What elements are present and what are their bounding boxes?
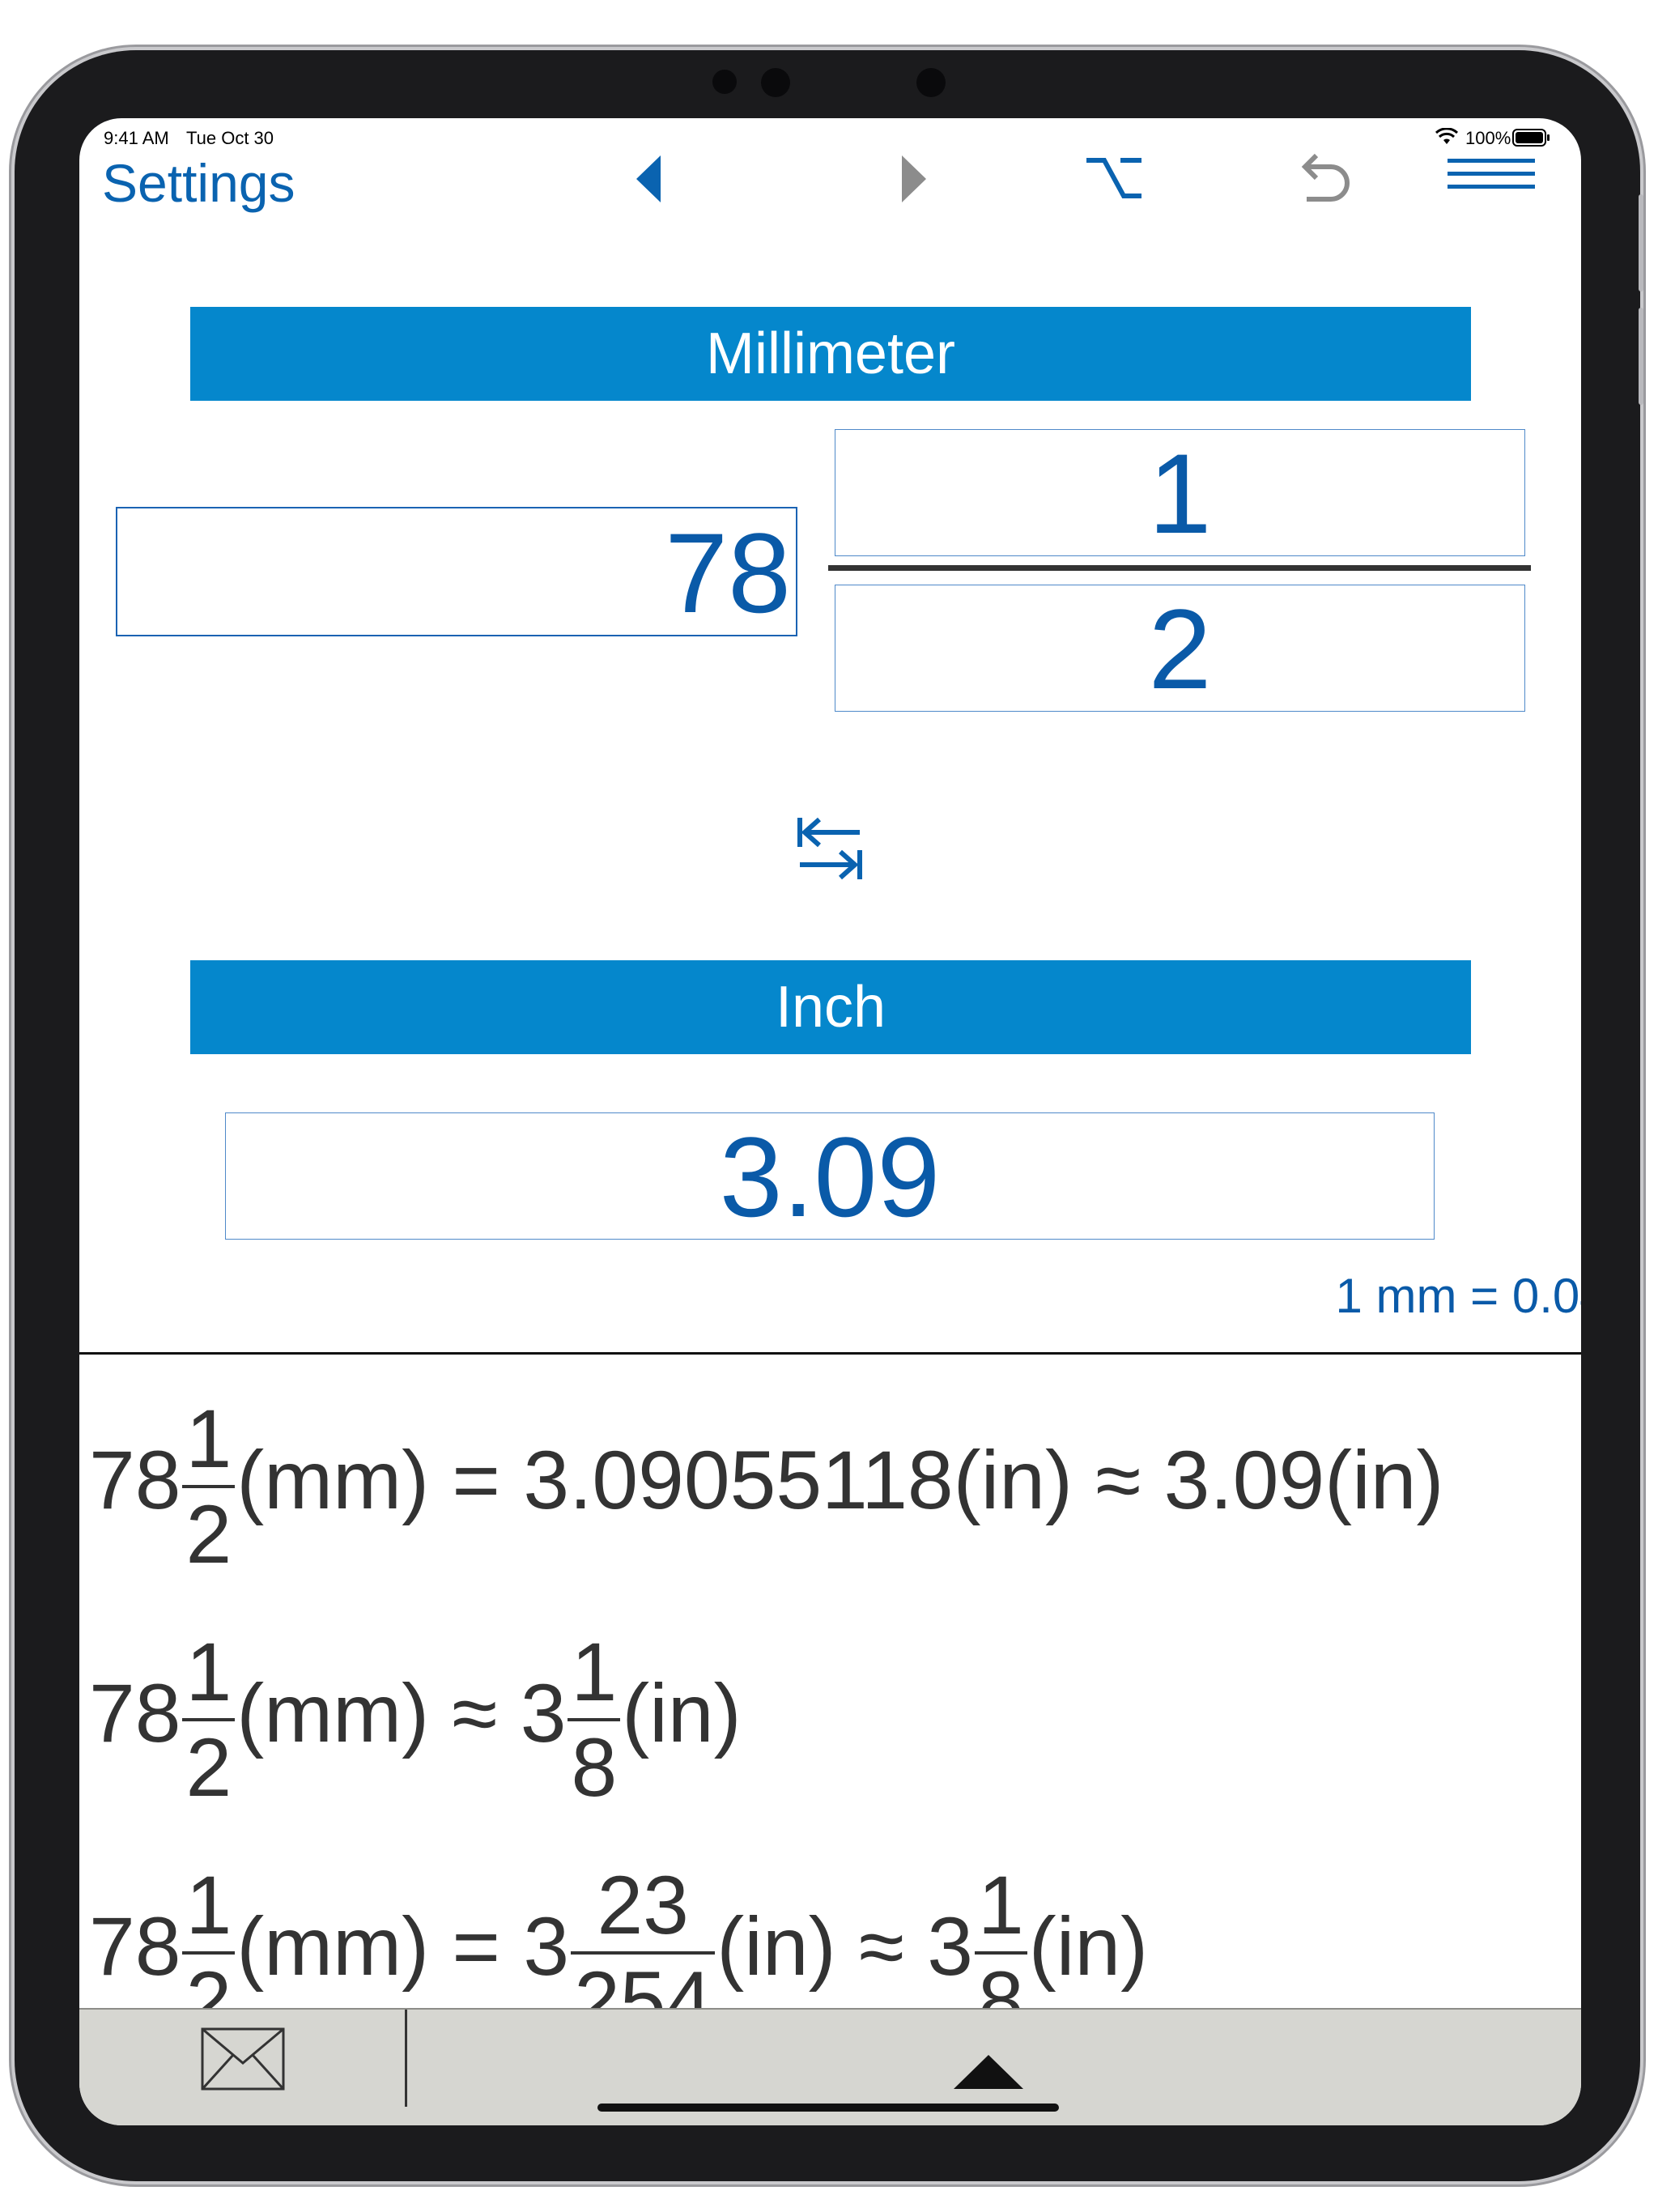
- mail-icon[interactable]: [201, 2027, 285, 2092]
- from-unit-header[interactable]: Millimeter: [190, 307, 1471, 401]
- result-operator: ≈: [452, 1666, 498, 1759]
- result-approx: ≈: [858, 1899, 904, 1993]
- result-numerator: 23: [597, 1859, 689, 1951]
- result-unit: (mm): [236, 1666, 430, 1759]
- status-time: 9:41 AM: [104, 128, 169, 148]
- result-value: 3.09055118(in): [523, 1433, 1073, 1526]
- expand-up-icon[interactable]: [952, 2053, 1025, 2091]
- result-numerator: 1: [185, 1393, 232, 1485]
- undo-icon[interactable]: [1295, 149, 1357, 211]
- menu-icon[interactable]: [1448, 155, 1535, 196]
- result-approx: ≈: [1095, 1433, 1141, 1526]
- fraction-bar: [828, 565, 1531, 571]
- result-numerator: 1: [185, 1859, 232, 1951]
- result-unit: (in): [716, 1899, 836, 1993]
- result-operator: =: [452, 1433, 500, 1526]
- numerator-input[interactable]: 1: [835, 429, 1525, 557]
- denominator-input[interactable]: 2: [835, 585, 1525, 713]
- swap-icon[interactable]: [797, 815, 863, 881]
- result-unit: (mm): [236, 1433, 430, 1526]
- result-unit: (in): [622, 1666, 742, 1759]
- volume-up-button: [1639, 194, 1643, 291]
- sensor-icon: [712, 70, 737, 94]
- conversion-ratio: 1 mm = 0.04 in: [1335, 1269, 1581, 1323]
- whole-number-input[interactable]: 78: [116, 507, 797, 636]
- divider: [79, 1352, 1581, 1355]
- home-indicator: [597, 2104, 1059, 2112]
- result-numerator: 1: [185, 1626, 232, 1718]
- result-whole: 78: [89, 1666, 181, 1759]
- to-unit-header[interactable]: Inch: [190, 960, 1471, 1054]
- result-fraction: 12: [182, 1626, 236, 1809]
- result-line-2: 78 1 2 (mm) ≈ 3 1 8 (in): [89, 1631, 742, 1809]
- volume-down-button: [1639, 308, 1643, 405]
- result-fraction: 12: [182, 1393, 236, 1576]
- result-unit: (mm): [236, 1899, 430, 1993]
- battery-percent: 100%: [1465, 128, 1511, 148]
- result-denominator: 2: [182, 1718, 236, 1809]
- result-line-1: 78 1 2 (mm) = 3.09055118(in) ≈ 3.09(in): [89, 1397, 1444, 1576]
- result-operator: =: [452, 1899, 500, 1993]
- result-whole: 3: [520, 1666, 567, 1759]
- result-whole: 78: [89, 1433, 181, 1526]
- sensor-icon: [916, 68, 946, 97]
- screen: 9:41 AM Tue Oct 30 100% Settings Millime…: [79, 118, 1581, 2125]
- result-numerator: 1: [978, 1859, 1024, 1951]
- result-unit: (in): [1028, 1899, 1149, 1993]
- result-fraction: 18: [568, 1626, 621, 1809]
- forward-arrow-icon[interactable]: [899, 151, 928, 207]
- option-key-icon[interactable]: [1083, 154, 1145, 202]
- result-value-field[interactable]: 3.09: [225, 1112, 1435, 1240]
- settings-button[interactable]: Settings: [102, 152, 295, 214]
- status-date: Tue Oct 30: [186, 128, 274, 148]
- result-whole: 78: [89, 1899, 181, 1993]
- result-numerator: 1: [571, 1626, 618, 1718]
- toolbar-divider: [405, 2010, 407, 2107]
- battery-icon: [1512, 128, 1551, 147]
- result-denominator: 2: [182, 1485, 236, 1576]
- camera-icon: [761, 68, 790, 97]
- result-rounded: 3.09(in): [1163, 1433, 1444, 1526]
- back-arrow-icon[interactable]: [635, 151, 664, 207]
- result-whole: 3: [927, 1899, 973, 1993]
- wifi-icon: [1435, 127, 1459, 146]
- result-denominator: 8: [568, 1718, 621, 1809]
- result-whole: 3: [523, 1899, 570, 1993]
